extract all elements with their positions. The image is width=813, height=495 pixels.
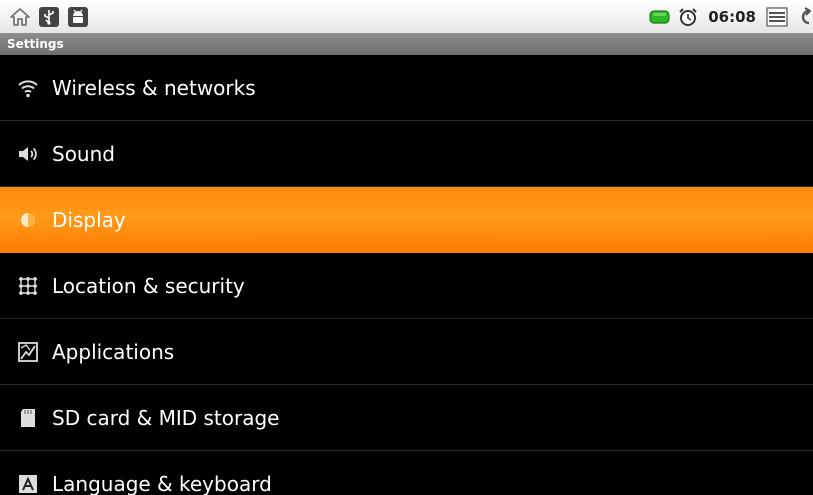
status-bar: 06:08 <box>0 0 813 33</box>
settings-item-sd-card-storage[interactable]: SD card & MID storage <box>0 385 813 451</box>
battery-icon <box>649 9 671 25</box>
page-title: Settings <box>7 37 64 51</box>
settings-item-location-security[interactable]: Location & security <box>0 253 813 319</box>
status-bar-notifications[interactable] <box>10 6 88 27</box>
alarm-clock-icon <box>678 7 698 27</box>
title-bar: Settings <box>0 33 813 55</box>
settings-list: Wireless & networks Sound Display Locati… <box>0 55 813 495</box>
settings-item-language-keyboard[interactable]: Language & keyboard <box>0 451 813 495</box>
location-grid-icon <box>16 274 40 298</box>
applications-icon <box>16 340 40 364</box>
settings-item-label: SD card & MID storage <box>52 405 280 430</box>
settings-item-label: Location & security <box>52 273 245 298</box>
back-icon[interactable] <box>795 6 811 27</box>
settings-item-display[interactable]: Display <box>0 187 813 253</box>
wifi-icon <box>16 76 40 100</box>
usb-icon <box>39 6 59 27</box>
menu-icon[interactable] <box>766 6 788 27</box>
settings-item-sound[interactable]: Sound <box>0 121 813 187</box>
status-bar-system[interactable]: 06:08 <box>649 6 811 27</box>
settings-screen: 06:08 Settings Wireless & networks Sound… <box>0 0 813 495</box>
settings-item-wireless-networks[interactable]: Wireless & networks <box>0 55 813 121</box>
settings-item-label: Applications <box>52 339 175 364</box>
sd-card-icon <box>16 406 40 430</box>
home-icon <box>10 7 30 26</box>
brightness-icon <box>16 208 40 232</box>
settings-item-label: Language & keyboard <box>52 471 272 495</box>
settings-item-label: Display <box>52 207 126 232</box>
settings-item-label: Wireless & networks <box>52 75 256 100</box>
language-icon <box>16 472 40 495</box>
android-debug-icon <box>68 6 88 27</box>
status-clock: 06:08 <box>708 7 756 26</box>
settings-item-label: Sound <box>52 141 115 166</box>
settings-item-applications[interactable]: Applications <box>0 319 813 385</box>
speaker-icon <box>16 142 40 166</box>
